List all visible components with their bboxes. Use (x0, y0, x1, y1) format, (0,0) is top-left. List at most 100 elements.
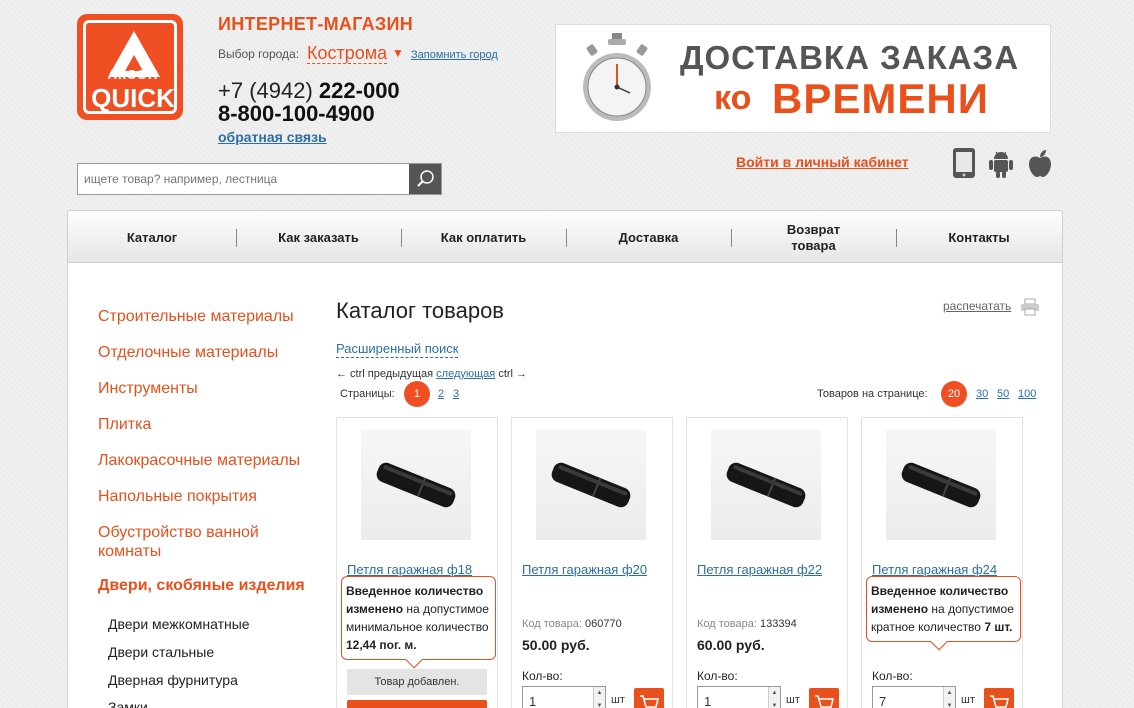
qty-unit: шт (611, 694, 625, 706)
sidebar-item-finishing[interactable]: Отделочные материалы (98, 343, 278, 362)
qty-input[interactable] (873, 687, 943, 708)
product-card: Петля гаражная ф24 Кол-во: ▲▼ шт Введенн… (861, 417, 1023, 708)
main-nav: Каталог Как заказать Как оплатить Достав… (67, 210, 1063, 263)
print-link[interactable]: распечатать (943, 299, 1011, 313)
logo-text-bottom: QUICK (91, 83, 175, 113)
logo-text-top: АКСОН (107, 67, 159, 82)
phone-code: +7 (4942) (218, 78, 313, 103)
pager-next-hint: ctrl → (498, 368, 528, 380)
page-link[interactable]: 2 (438, 388, 444, 400)
tooltip-arrow (930, 633, 948, 651)
nav-delivery[interactable]: Доставка (566, 211, 731, 264)
sidebar-subitem[interactable]: Дверная фурнитура (108, 672, 238, 688)
product-name-link[interactable]: Петля гаражная ф18 (347, 562, 472, 577)
city-select[interactable]: Кострома (307, 43, 388, 64)
product-name-link[interactable]: Петля гаражная ф24 (872, 562, 997, 577)
add-to-cart-button[interactable] (984, 688, 1014, 708)
product-name-link[interactable]: Петля гаражная ф20 (522, 562, 647, 577)
shop-title: ИНТЕРНЕТ-МАГАЗИН (218, 14, 414, 34)
tooltip-arrow (405, 651, 423, 669)
qty-spinner[interactable]: ▲ ▼ (768, 687, 780, 708)
sidebar-subitem[interactable]: Двери межкомнатные (108, 616, 250, 632)
product-code: Код товара: 133394 (697, 618, 797, 630)
per-page-option[interactable]: 100 (1018, 388, 1036, 400)
printer-icon[interactable] (1020, 298, 1040, 316)
search-input[interactable] (78, 164, 408, 194)
sidebar-item-building[interactable]: Строительные материалы (98, 307, 294, 326)
remember-city-link[interactable]: Запомнить город (411, 49, 498, 61)
product-card: Петля гаражная ф22 Код товара: 133394 60… (686, 417, 848, 708)
tablet-icon[interactable] (951, 147, 977, 179)
product-price: 60.00 руб. (697, 637, 765, 653)
pager-nav: ← ctrl предыдущая следующая ctrl → (336, 368, 527, 380)
feedback-link[interactable]: обратная связь (218, 129, 327, 145)
sidebar-item-tile[interactable]: Плитка (98, 415, 151, 434)
qty-label: Кол-во: (522, 669, 563, 683)
sidebar-item-tools[interactable]: Инструменты (98, 379, 198, 398)
stopwatch-icon (583, 33, 651, 121)
hinge-image (376, 462, 456, 508)
nav-how-to-pay[interactable]: Как оплатить (401, 211, 566, 264)
cart-icon (815, 695, 835, 708)
sidebar-item-floors[interactable]: Напольные покрытия (98, 487, 257, 506)
login-link[interactable]: Войти в личный кабинет (736, 154, 909, 170)
pages-label: Страницы: (340, 388, 395, 400)
hinge-image (551, 462, 631, 508)
phone-tollfree: 8-800-100-4900 (218, 101, 375, 126)
cart-action-button[interactable] (347, 700, 487, 708)
pager-next-link[interactable]: следующая (436, 368, 495, 380)
product-code-value: 060770 (584, 618, 622, 630)
sidebar-item-bathroom[interactable]: Обустройство ванной комнаты (98, 523, 288, 561)
per-page-current[interactable]: 20 (941, 381, 967, 407)
product-image[interactable] (361, 430, 471, 540)
city-dropdown-icon[interactable]: ▼ (392, 46, 404, 60)
apple-icon[interactable] (1027, 147, 1053, 179)
android-icon[interactable] (988, 147, 1014, 179)
search-box (77, 163, 442, 195)
product-code: Код товара: 060770 (522, 618, 622, 630)
page-current[interactable]: 1 (404, 381, 430, 407)
product-code-label: Код товара: (697, 618, 757, 630)
nav-catalog[interactable]: Каталог (68, 211, 236, 264)
add-to-cart-button[interactable] (634, 688, 664, 708)
product-card: Петля гаражная ф20 Код товара: 060770 50… (511, 417, 673, 708)
qty-label: Кол-во: (697, 669, 738, 683)
sidebar-item-paints[interactable]: Лакокрасочные материалы (98, 451, 300, 470)
product-image[interactable] (886, 430, 996, 540)
product-name-link[interactable]: Петля гаражная ф22 (697, 562, 822, 577)
delivery-banner[interactable]: ДОСТАВКА ЗАКАЗА ко ВРЕМЕНИ (555, 24, 1051, 133)
page-link[interactable]: 3 (453, 388, 459, 400)
city-label: Выбор города: (218, 47, 300, 61)
qty-unit: шт (786, 694, 800, 706)
per-page-label: Товаров на странице: (817, 388, 928, 400)
qty-input[interactable] (698, 687, 768, 708)
product-image[interactable] (711, 430, 821, 540)
qty-spinner[interactable]: ▲ ▼ (943, 687, 955, 708)
nav-contacts[interactable]: Контакты (896, 211, 1062, 264)
banner-line2-prefix: ко (714, 79, 752, 117)
logo[interactable]: АКСОН QUICK (77, 14, 183, 120)
banner-line2-main: ВРЕМЕНИ (772, 75, 989, 122)
search-icon (417, 170, 434, 187)
banner-line1: ДОСТАВКА ЗАКАЗА (680, 39, 1020, 76)
add-to-cart-button[interactable] (809, 688, 839, 708)
hinge-image (726, 462, 806, 508)
qty-input[interactable] (523, 687, 593, 708)
sidebar-subitem[interactable]: Двери стальные (108, 644, 214, 660)
qty-stepper: ▲▼ (872, 686, 956, 708)
added-to-cart-notice: Товар добавлен. (347, 669, 487, 695)
advanced-search-link[interactable]: Расширенный поиск (336, 341, 459, 358)
per-page-option[interactable]: 30 (976, 388, 988, 400)
search-button[interactable] (409, 164, 441, 194)
product-code-value: 133394 (759, 618, 797, 630)
product-price: 50.00 руб. (522, 637, 590, 653)
sidebar-subitem[interactable]: Замки (108, 699, 148, 708)
nav-how-to-order[interactable]: Как заказать (236, 211, 401, 264)
qty-spinner[interactable]: ▲ ▼ (593, 687, 605, 708)
qty-stepper: ▲▼ (697, 686, 781, 708)
qty-changed-tooltip: Введенное количество изменено на допусти… (341, 576, 496, 669)
sidebar-item-doors-active[interactable]: Двери, скобяные изделия (98, 577, 305, 595)
nav-returns[interactable]: Возврат товара (731, 211, 896, 264)
per-page-option[interactable]: 50 (997, 388, 1009, 400)
product-image[interactable] (536, 430, 646, 540)
